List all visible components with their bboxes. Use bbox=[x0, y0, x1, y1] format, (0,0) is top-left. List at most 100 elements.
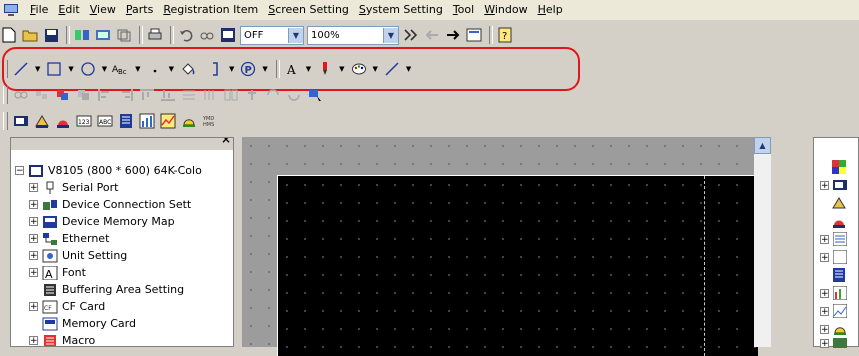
expand-icon[interactable]: + bbox=[820, 338, 829, 348]
expand-icon[interactable]: + bbox=[820, 234, 829, 244]
vertical-scrollbar[interactable]: ▲ bbox=[754, 137, 771, 347]
tree-item-macro[interactable]: + Macro bbox=[11, 332, 202, 347]
menu-edit[interactable]: Edit bbox=[53, 1, 84, 19]
send-back-icon[interactable] bbox=[75, 86, 93, 104]
help-icon[interactable]: ? bbox=[496, 26, 514, 44]
expand-icon[interactable]: + bbox=[29, 234, 38, 244]
zoom-select[interactable]: 100% ▼ bbox=[307, 25, 399, 45]
ungroup-icon[interactable] bbox=[33, 86, 51, 104]
tree-item-device-connection[interactable]: + Device Connection Sett bbox=[11, 196, 202, 213]
menu-parts[interactable]: Parts bbox=[121, 1, 158, 19]
mode-select[interactable]: OFF ▼ bbox=[240, 25, 304, 45]
print-icon[interactable] bbox=[146, 26, 164, 44]
char-display-icon[interactable]: ABC bbox=[96, 112, 114, 130]
toolbar-grip[interactable] bbox=[3, 86, 8, 104]
menu-screen-setting[interactable]: Screen Setting bbox=[263, 1, 354, 19]
back-arrow-icon[interactable] bbox=[423, 26, 441, 44]
trend-part-icon[interactable] bbox=[159, 112, 177, 130]
expand-icon[interactable]: + bbox=[29, 183, 38, 193]
copy-screen-icon[interactable] bbox=[115, 26, 133, 44]
close-icon[interactable]: × bbox=[221, 138, 231, 146]
menu-system-setting[interactable]: System Setting bbox=[354, 1, 448, 19]
open-folder-icon[interactable] bbox=[21, 26, 39, 44]
expand-icon[interactable]: + bbox=[820, 252, 829, 262]
expand-icon[interactable]: + bbox=[820, 288, 829, 298]
tree-item-serial-port[interactable]: + Serial Port bbox=[11, 179, 202, 196]
align-top-icon[interactable] bbox=[138, 86, 156, 104]
chart-list-item[interactable]: + bbox=[820, 304, 847, 318]
tree-root[interactable]: − V8105 (800 * 600) 64K-Colo bbox=[11, 162, 202, 179]
tree-item-label: V8105 (800 * 600) 64K-Colo bbox=[48, 164, 202, 177]
bell-part-icon[interactable] bbox=[54, 112, 72, 130]
toolbar-grip[interactable] bbox=[3, 112, 8, 130]
select-cursor-icon[interactable] bbox=[306, 86, 324, 104]
scroll-up-icon[interactable]: ▲ bbox=[754, 137, 771, 154]
menu-tool[interactable]: Tool bbox=[448, 1, 479, 19]
align-right-icon[interactable] bbox=[117, 86, 135, 104]
switch-part-icon[interactable] bbox=[12, 112, 30, 130]
tree-item-ethernet[interactable]: + Ethernet bbox=[11, 230, 202, 247]
expand-icon[interactable]: + bbox=[820, 180, 829, 190]
message-list-item[interactable] bbox=[832, 268, 846, 282]
flip-icon[interactable] bbox=[285, 86, 303, 104]
pane-titlebar: × bbox=[11, 138, 233, 150]
list-item-box[interactable]: + bbox=[820, 250, 847, 264]
rotate-icon[interactable] bbox=[264, 86, 282, 104]
palette-item-icon[interactable] bbox=[832, 160, 846, 174]
forward-arrow-icon[interactable] bbox=[444, 26, 462, 44]
bring-front-icon[interactable] bbox=[54, 86, 72, 104]
distribute-h-icon[interactable] bbox=[180, 86, 198, 104]
expand-icon[interactable]: + bbox=[29, 268, 38, 278]
screen-editor-canvas[interactable] bbox=[242, 137, 758, 356]
menu-window[interactable]: Window bbox=[479, 1, 532, 19]
chevron-down-icon[interactable]: ▼ bbox=[383, 27, 398, 43]
tree-item-label: Macro bbox=[62, 334, 96, 347]
expand-icon[interactable]: + bbox=[29, 200, 38, 210]
tree-item-device-memory-map[interactable]: + Device Memory Map bbox=[11, 213, 202, 230]
memory-list-item[interactable]: + bbox=[820, 232, 847, 246]
screen-area[interactable] bbox=[277, 175, 758, 356]
lamp-part-icon[interactable] bbox=[33, 112, 51, 130]
align-left-icon[interactable] bbox=[96, 86, 114, 104]
bell-list-item[interactable] bbox=[832, 214, 846, 228]
graph-part-icon[interactable] bbox=[138, 112, 156, 130]
pin-icon[interactable] bbox=[243, 86, 261, 104]
align-bottom-icon[interactable] bbox=[159, 86, 177, 104]
tree-item-cf-card[interactable]: + CF CF Card bbox=[11, 298, 202, 315]
message-part-icon[interactable] bbox=[117, 112, 135, 130]
collapse-icon[interactable]: − bbox=[15, 166, 24, 176]
tree-item-memory-card[interactable]: Memory Card bbox=[11, 315, 202, 332]
tree-item-font[interactable]: + A Font bbox=[11, 264, 202, 281]
menu-help[interactable]: Help bbox=[533, 1, 568, 19]
lamp-list-item[interactable] bbox=[832, 196, 846, 210]
expand-icon[interactable]: + bbox=[820, 324, 829, 334]
transfer-icon[interactable] bbox=[73, 26, 91, 44]
chevron-down-icon[interactable]: ▼ bbox=[288, 27, 303, 43]
switch-list-item[interactable]: + bbox=[820, 178, 847, 192]
trend-list-item[interactable]: + bbox=[820, 286, 847, 300]
calendar-part-icon[interactable]: YMD HMS bbox=[201, 112, 219, 130]
numeric-display-icon[interactable]: 123 bbox=[75, 112, 93, 130]
sim-icon[interactable] bbox=[94, 26, 112, 44]
menu-registration-item[interactable]: Registration Item bbox=[158, 1, 263, 19]
expand-icon[interactable]: + bbox=[29, 302, 38, 312]
jump-icon[interactable] bbox=[402, 26, 420, 44]
menu-file[interactable]: File bbox=[25, 1, 53, 19]
undo-icon[interactable] bbox=[177, 26, 195, 44]
new-file-icon[interactable] bbox=[0, 26, 18, 44]
distribute-v-icon[interactable] bbox=[201, 86, 219, 104]
screen-list-icon[interactable] bbox=[465, 26, 483, 44]
group-icon[interactable] bbox=[12, 86, 30, 104]
alarm-bell-icon[interactable] bbox=[180, 112, 198, 130]
menu-view[interactable]: View bbox=[85, 1, 121, 19]
expand-icon[interactable]: + bbox=[29, 217, 38, 227]
tree-item-unit-setting[interactable]: + Unit Setting bbox=[11, 247, 202, 264]
tree-item-buffering-area[interactable]: Buffering Area Setting bbox=[11, 281, 202, 298]
expand-icon[interactable]: + bbox=[820, 306, 829, 316]
find-icon[interactable] bbox=[198, 26, 216, 44]
same-size-icon[interactable] bbox=[222, 86, 240, 104]
expand-icon[interactable]: + bbox=[29, 251, 38, 261]
expand-icon[interactable]: + bbox=[29, 336, 38, 346]
save-icon[interactable] bbox=[42, 26, 60, 44]
alarm-list-item[interactable]: + bbox=[820, 322, 847, 336]
